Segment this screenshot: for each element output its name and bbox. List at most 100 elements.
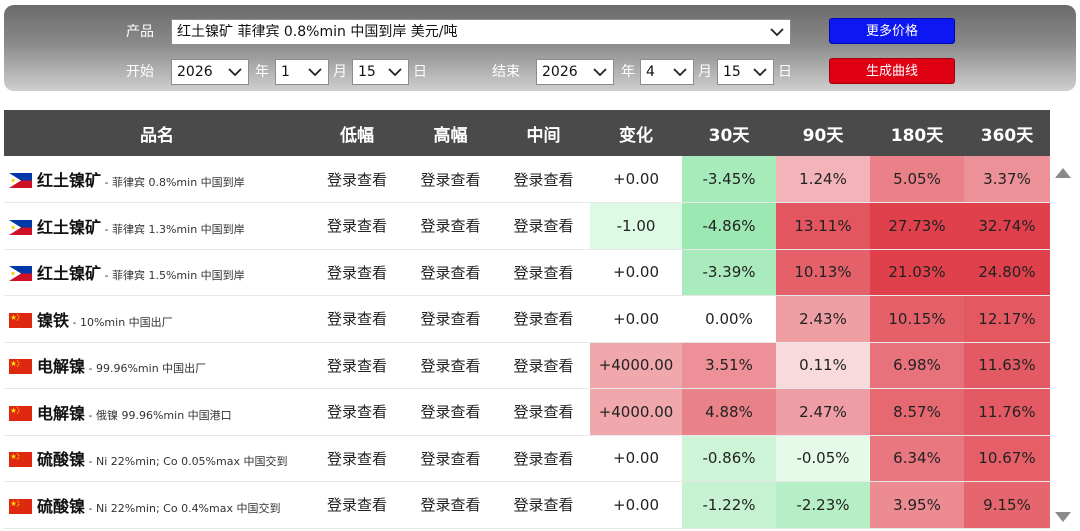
end-day-unit: 日: [778, 64, 792, 80]
product-desc-sep: -: [85, 408, 96, 422]
start-day-value: 15: [358, 64, 376, 80]
low-login-link[interactable]: 登录查看: [310, 435, 404, 482]
end-year-select[interactable]: 2026: [536, 59, 614, 85]
product-desc-sep: -: [85, 455, 96, 469]
low-login-link[interactable]: 登录查看: [310, 342, 404, 389]
china-flag-icon: [9, 452, 32, 468]
start-month-unit: 月: [333, 64, 347, 80]
mid-login-link[interactable]: 登录查看: [497, 342, 590, 389]
start-year-unit: 年: [255, 64, 269, 80]
product-name[interactable]: 硫酸镍: [37, 450, 85, 469]
table-scrollbar[interactable]: [1052, 156, 1074, 528]
mid-login-link[interactable]: 登录查看: [497, 295, 590, 343]
mid-login-link[interactable]: 登录查看: [497, 481, 590, 529]
mid-login-link[interactable]: 登录查看: [497, 388, 590, 436]
high-login-link[interactable]: 登录查看: [404, 481, 497, 529]
low-login-link[interactable]: 登录查看: [310, 388, 404, 436]
low-login-link[interactable]: 登录查看: [310, 249, 404, 296]
product-cell[interactable]: 镍铁 - 10%min 中国出厂: [4, 295, 310, 343]
product-name[interactable]: 电解镍: [37, 404, 85, 423]
col-header-high[interactable]: 高幅: [404, 110, 497, 156]
product-select[interactable]: 红土镍矿 菲律宾 0.8%min 中国到岸 美元/吨: [171, 19, 791, 45]
start-year-value: 2026: [177, 64, 213, 80]
product-name[interactable]: 电解镍: [37, 357, 85, 376]
product-desc-sep: -: [69, 315, 80, 329]
china-flag-icon: [9, 405, 32, 421]
table-row[interactable]: 硫酸镍 - Ni 22%min; Co 0.4%max 中国交到 登录查看 登录查看…: [4, 481, 1050, 529]
col-header-name[interactable]: 品名: [4, 110, 310, 156]
high-login-link[interactable]: 登录查看: [404, 202, 497, 250]
product-cell[interactable]: 硫酸镍 - Ni 22%min; Co 0.4%max 中国交到: [4, 481, 310, 529]
product-desc: Ni 22%min; Co 0.05%max 中国交到: [95, 455, 288, 469]
start-day-select[interactable]: 15: [352, 59, 409, 85]
mid-login-link[interactable]: 登录查看: [497, 249, 590, 296]
mid-login-link[interactable]: 登录查看: [497, 156, 590, 203]
pct-180d-cell: 5.05%: [870, 156, 964, 203]
pct-30d-cell: 0.00%: [682, 295, 776, 343]
table-row[interactable]: 硫酸镍 - Ni 22%min; Co 0.05%max 中国交到 登录查看 登录查…: [4, 435, 1050, 482]
pct-90d-cell: 2.43%: [776, 295, 870, 343]
mid-login-link[interactable]: 登录查看: [497, 435, 590, 482]
change-cell: +0.00: [590, 481, 682, 529]
more-prices-button[interactable]: 更多价格: [829, 18, 955, 44]
table-row[interactable]: 红土镍矿 - 菲律宾 1.5%min 中国到岸 登录查看 登录查看 登录查看 +0.00…: [4, 249, 1050, 296]
mid-login-link[interactable]: 登录查看: [497, 202, 590, 250]
pct-30d-cell: -0.86%: [682, 435, 776, 482]
filter-panel: 产品 红土镍矿 菲律宾 0.8%min 中国到岸 美元/吨 更多价格 开始 20…: [4, 5, 1076, 91]
col-header-90d[interactable]: 90天: [776, 110, 870, 156]
product-cell[interactable]: 电解镍 - 99.96%min 中国出厂: [4, 342, 310, 389]
low-login-link[interactable]: 登录查看: [310, 156, 404, 203]
col-header-change[interactable]: 变化: [590, 110, 682, 156]
high-login-link[interactable]: 登录查看: [404, 342, 497, 389]
start-day-unit: 日: [413, 64, 427, 80]
product-desc: 10%min 中国出厂: [79, 315, 173, 329]
product-name[interactable]: 红土镍矿: [37, 218, 101, 237]
low-login-link[interactable]: 登录查看: [310, 295, 404, 343]
product-cell[interactable]: 红土镍矿 - 菲律宾 1.5%min 中国到岸: [4, 249, 310, 296]
product-name[interactable]: 镍铁: [37, 311, 69, 330]
table-row[interactable]: 电解镍 - 俄镍 99.96%min 中国港口 登录查看 登录查看 登录查看 +4000…: [4, 388, 1050, 436]
col-header-30d[interactable]: 30天: [682, 110, 776, 156]
product-name[interactable]: 红土镍矿: [37, 171, 101, 190]
product-cell[interactable]: 红土镍矿 - 菲律宾 0.8%min 中国到岸: [4, 156, 310, 203]
product-desc-sep: -: [101, 176, 112, 189]
product-cell[interactable]: 硫酸镍 - Ni 22%min; Co 0.05%max 中国交到: [4, 435, 310, 482]
product-name[interactable]: 硫酸镍: [37, 497, 85, 516]
table-row[interactable]: 红土镍矿 - 菲律宾 1.3%min 中国到岸 登录查看 登录查看 登录查看 -1.00…: [4, 202, 1050, 250]
change-cell: +0.00: [590, 295, 682, 343]
table-row[interactable]: 镍铁 - 10%min 中国出厂 登录查看 登录查看 登录查看 +0.00 0.00% 2.…: [4, 295, 1050, 343]
high-login-link[interactable]: 登录查看: [404, 435, 497, 482]
high-login-link[interactable]: 登录查看: [404, 295, 497, 343]
col-header-mid[interactable]: 中间: [497, 110, 590, 156]
start-month-select[interactable]: 1: [275, 59, 329, 85]
low-login-link[interactable]: 登录查看: [310, 481, 404, 529]
end-day-select[interactable]: 15: [717, 59, 774, 85]
end-month-select[interactable]: 4: [640, 59, 694, 85]
chevron-down-icon: [388, 60, 402, 84]
table-row[interactable]: 红土镍矿 - 菲律宾 0.8%min 中国到岸 登录查看 登录查看 登录查看 +0.00…: [4, 156, 1050, 203]
scroll-up-arrow-icon[interactable]: [1055, 164, 1071, 178]
start-year-select[interactable]: 2026: [171, 59, 249, 85]
end-year-unit: 年: [621, 64, 635, 80]
high-login-link[interactable]: 登录查看: [404, 156, 497, 203]
scroll-down-arrow-icon[interactable]: [1055, 508, 1071, 522]
col-header-360d[interactable]: 360天: [964, 110, 1050, 156]
low-login-link[interactable]: 登录查看: [310, 202, 404, 250]
end-month-unit: 月: [698, 64, 712, 80]
product-name[interactable]: 红土镍矿: [37, 264, 101, 283]
make-curve-button[interactable]: 生成曲线: [829, 58, 955, 84]
pct-360d-cell: 10.67%: [964, 435, 1050, 482]
price-table: 品名 低幅 高幅 中间 变化 30天 90天 180天 360天 红土镍矿 - …: [4, 110, 1050, 529]
table-row[interactable]: 电解镍 - 99.96%min 中国出厂 登录查看 登录查看 登录查看 +4000.00…: [4, 342, 1050, 389]
product-select-value: 红土镍矿 菲律宾 0.8%min 中国到岸 美元/吨: [177, 24, 458, 40]
chevron-down-icon: [770, 20, 784, 44]
pct-360d-cell: 3.37%: [964, 156, 1050, 203]
product-cell[interactable]: 电解镍 - 俄镍 99.96%min 中国港口: [4, 388, 310, 436]
high-login-link[interactable]: 登录查看: [404, 388, 497, 436]
col-header-180d[interactable]: 180天: [870, 110, 964, 156]
high-login-link[interactable]: 登录查看: [404, 249, 497, 296]
col-header-low[interactable]: 低幅: [310, 110, 404, 156]
chevron-down-icon: [228, 60, 242, 84]
pct-180d-cell: 21.03%: [870, 249, 964, 296]
product-cell[interactable]: 红土镍矿 - 菲律宾 1.3%min 中国到岸: [4, 202, 310, 250]
